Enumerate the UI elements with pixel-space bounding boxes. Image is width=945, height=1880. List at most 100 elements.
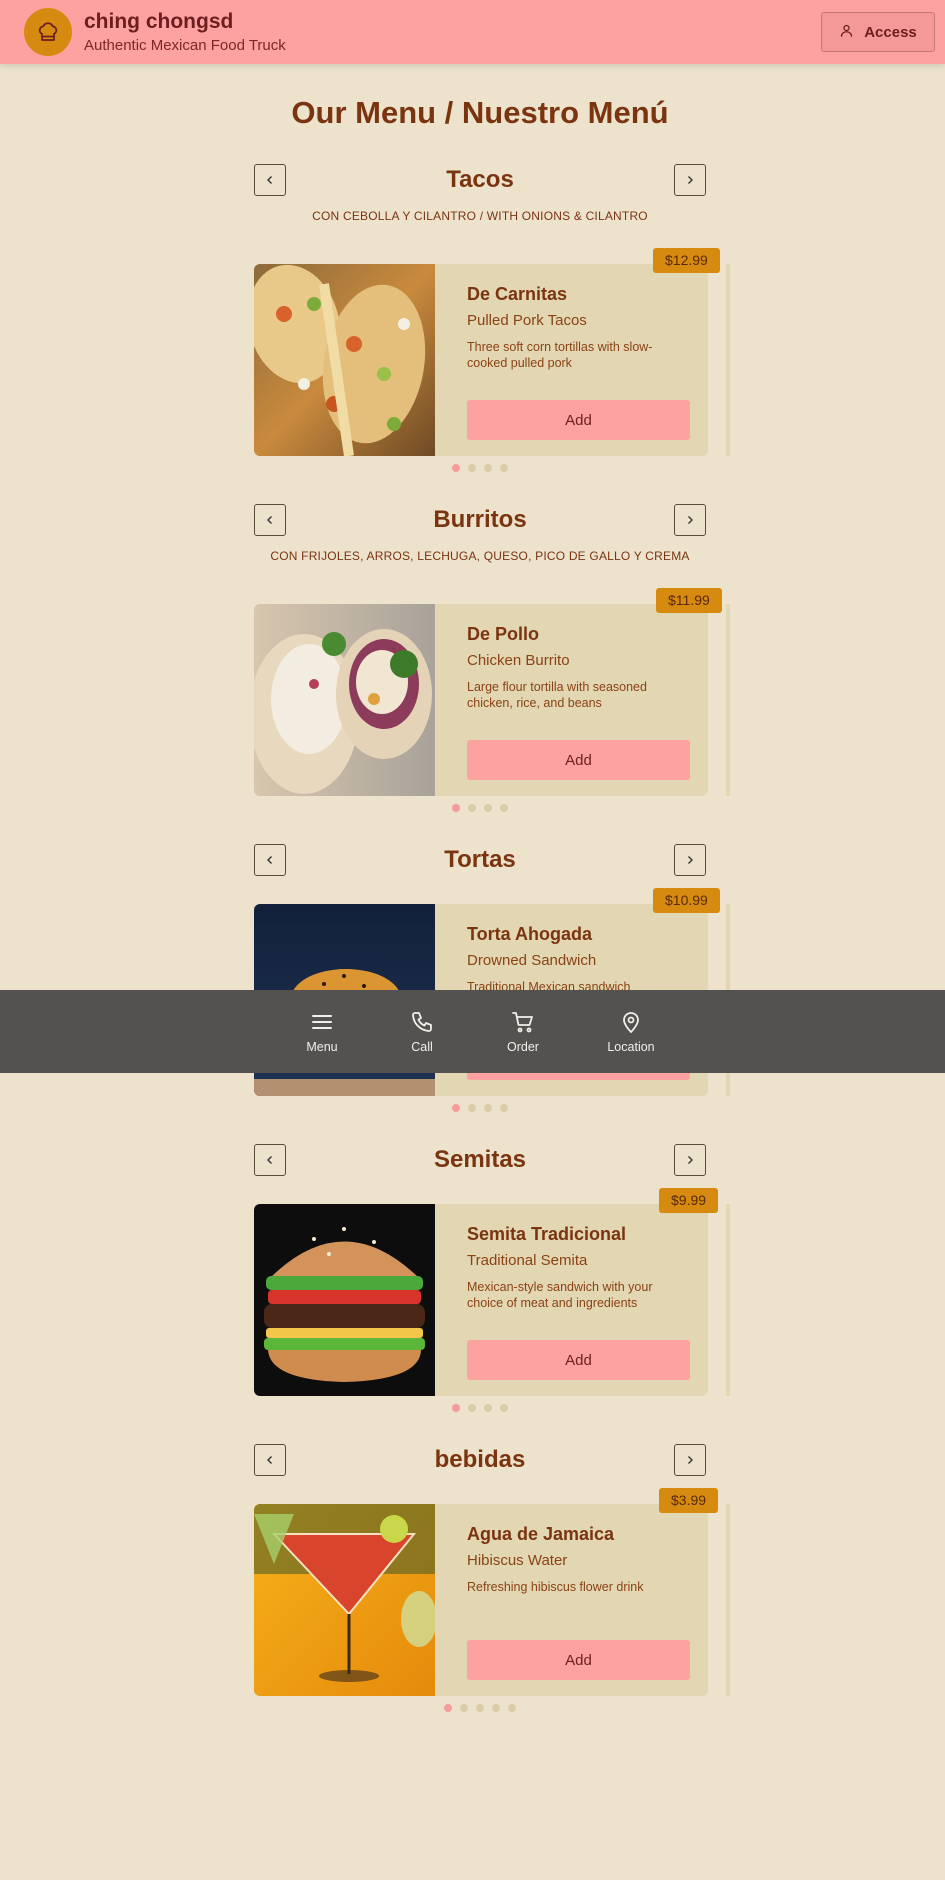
chef-hat-logo xyxy=(24,8,72,56)
carousel-dot[interactable] xyxy=(492,1704,500,1712)
section-header-tortas: Tortas xyxy=(254,844,706,876)
chevron-right-icon xyxy=(688,516,693,524)
carousel-dot[interactable] xyxy=(508,1704,516,1712)
carousel-dot[interactable] xyxy=(452,1404,460,1412)
menu-item-card: Agua de Jamaica Hibiscus Water Refreshin… xyxy=(254,1488,730,1696)
app-header: ching chongsd Authentic Mexican Food Tru… xyxy=(0,0,945,64)
category-subtitle: CON FRIJOLES, ARROS, LECHUGA, QUESO, PIC… xyxy=(270,549,690,563)
nav-location[interactable]: Location xyxy=(586,990,676,1073)
access-label: Access xyxy=(864,23,917,41)
brand-name: ching chongsd xyxy=(84,10,234,33)
next-button[interactable] xyxy=(674,504,706,536)
category-title: Semitas xyxy=(433,1146,527,1173)
category-title: Tortas xyxy=(444,846,516,873)
section-header-tacos: Tacos xyxy=(254,164,706,196)
carousel-dot[interactable] xyxy=(468,1404,476,1412)
add-button[interactable]: Add xyxy=(467,740,690,780)
carousel-dot[interactable] xyxy=(444,1704,452,1712)
add-button[interactable]: Add xyxy=(467,1640,690,1680)
next-button[interactable] xyxy=(674,1444,706,1476)
item-english-name: Chicken Burrito xyxy=(467,652,570,669)
section-header-semitas: Semitas xyxy=(254,1144,706,1176)
carousel-dot[interactable] xyxy=(468,464,476,472)
nav-menu[interactable]: Menu xyxy=(277,990,367,1073)
carousel-dot[interactable] xyxy=(468,1104,476,1112)
page-title: Our Menu / Nuestro Menú xyxy=(291,95,669,130)
item-description: Three soft corn tortillas with slow-cook… xyxy=(467,340,653,370)
nav-call-label: Call xyxy=(411,1040,433,1054)
bottom-navigation: Menu Call Order Location xyxy=(0,990,945,1073)
carousel-dots xyxy=(0,804,945,812)
nav-order[interactable]: Order xyxy=(478,990,568,1073)
carousel-dot[interactable] xyxy=(452,464,460,472)
nav-menu-label: Menu xyxy=(306,1040,338,1054)
item-name: Semita Tradicional xyxy=(467,1224,627,1244)
carousel-dot[interactable] xyxy=(500,1404,508,1412)
user-icon xyxy=(839,23,854,42)
carousel-dot[interactable] xyxy=(468,804,476,812)
tacos-image xyxy=(254,264,435,456)
price-badge: $9.99 xyxy=(659,1188,719,1213)
item-name: De Carnitas xyxy=(467,284,568,304)
carousel-dot[interactable] xyxy=(500,1104,508,1112)
next-button[interactable] xyxy=(674,164,706,196)
carousel-dot[interactable] xyxy=(484,804,492,812)
carousel-dots xyxy=(0,1104,945,1112)
carousel-dot[interactable] xyxy=(452,804,460,812)
item-description: Mexican-style sandwich with your choice … xyxy=(467,1280,653,1310)
cart-icon xyxy=(510,1010,536,1034)
carousel-dots xyxy=(0,1404,945,1412)
carousel-dot[interactable] xyxy=(484,1404,492,1412)
menu-item-card: De Pollo Chicken Burrito Large flour tor… xyxy=(254,588,730,796)
next-button[interactable] xyxy=(674,1144,706,1176)
nav-location-label: Location xyxy=(607,1040,655,1054)
carousel-dot[interactable] xyxy=(500,804,508,812)
carousel-dot[interactable] xyxy=(476,1704,484,1712)
category-title: bebidas xyxy=(434,1446,526,1473)
chevron-right-icon xyxy=(688,1456,693,1464)
menu-item-card: De Carnitas Pulled Pork Tacos Three soft… xyxy=(254,248,730,456)
carousel-dot[interactable] xyxy=(484,464,492,472)
nav-order-label: Order xyxy=(507,1040,539,1054)
brand-tagline: Authentic Mexican Food Truck xyxy=(84,37,286,54)
item-english-name: Hibiscus Water xyxy=(467,1552,568,1569)
add-button[interactable]: Add xyxy=(467,1340,690,1380)
item-description: Large flour tortilla with seasoned chick… xyxy=(467,680,647,710)
next-button[interactable] xyxy=(674,844,706,876)
nav-call[interactable]: Call xyxy=(377,990,467,1073)
carousel-dot[interactable] xyxy=(484,1104,492,1112)
price-badge: $11.99 xyxy=(656,588,722,613)
category-title: Tacos xyxy=(446,166,514,193)
section-header-bebidas: bebidas xyxy=(254,1444,706,1476)
carousel-dots xyxy=(0,1704,945,1712)
semita-image xyxy=(254,1204,435,1396)
burrito-image xyxy=(254,604,435,796)
carousel-dot[interactable] xyxy=(460,1704,468,1712)
item-english-name: Traditional Semita xyxy=(467,1252,588,1269)
item-name: Torta Ahogada xyxy=(467,924,592,944)
next-card-peek xyxy=(726,604,730,796)
next-card-peek xyxy=(726,1504,730,1696)
item-name: Agua de Jamaica xyxy=(467,1524,615,1544)
chevron-right-icon xyxy=(688,176,693,184)
carousel-dots xyxy=(0,464,945,472)
price-badge: $12.99 xyxy=(653,248,720,273)
item-description: Refreshing hibiscus flower drink xyxy=(467,1580,644,1594)
category-title: Burritos xyxy=(433,506,527,533)
access-button[interactable]: Access xyxy=(821,12,935,52)
next-card-peek xyxy=(726,264,730,456)
add-button[interactable]: Add xyxy=(467,400,690,440)
chevron-right-icon xyxy=(688,856,693,864)
item-english-name: Drowned Sandwich xyxy=(467,952,597,969)
menu-icon xyxy=(309,1010,335,1034)
price-badge: $10.99 xyxy=(653,888,720,913)
price-badge: $3.99 xyxy=(659,1488,719,1513)
carousel-dot[interactable] xyxy=(452,1104,460,1112)
menu-item-card: Semita Tradicional Traditional Semita Me… xyxy=(254,1188,730,1396)
map-pin-icon xyxy=(618,1010,644,1034)
chevron-right-icon xyxy=(688,1156,693,1164)
next-card-peek xyxy=(726,1204,730,1396)
item-english-name: Pulled Pork Tacos xyxy=(467,312,587,329)
item-name: De Pollo xyxy=(467,624,540,644)
carousel-dot[interactable] xyxy=(500,464,508,472)
